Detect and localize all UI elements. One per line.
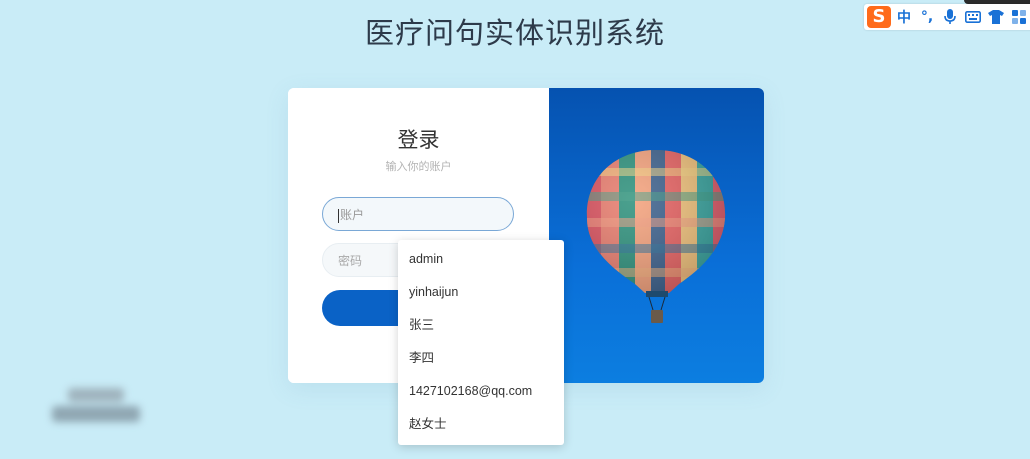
login-subtitle: 输入你的账户	[385, 160, 452, 173]
toolbox-icon[interactable]	[1009, 7, 1029, 27]
microphone-icon[interactable]	[940, 7, 960, 27]
skin-icon[interactable]	[986, 7, 1006, 27]
account-autocomplete-dropdown: admin yinhaijun 张三 李四 1427102168@qq.com …	[398, 240, 564, 445]
autocomplete-option[interactable]: 张三	[398, 309, 564, 342]
autocomplete-option[interactable]: yinhaijun	[398, 276, 564, 309]
balloon-illustration	[586, 150, 726, 323]
punctuation-icon[interactable]: °,	[917, 7, 937, 27]
autocomplete-option[interactable]: 赵女士	[398, 408, 564, 441]
account-placeholder: 账户	[340, 208, 365, 222]
ime-toolbar[interactable]: S 中 °,	[864, 4, 1030, 30]
autocomplete-option[interactable]: 1427102168@qq.com	[398, 375, 564, 408]
text-caret	[338, 208, 339, 223]
chinese-mode-icon[interactable]: 中	[894, 7, 914, 27]
page: 医疗问句实体识别系统 S 中 °, 登录 输入你的账户 账户 密码 admin …	[0, 0, 1030, 459]
autocomplete-option[interactable]: 李四	[398, 342, 564, 375]
login-heading: 登录	[397, 128, 440, 152]
blurred-watermark	[52, 384, 140, 428]
hot-air-balloon-image	[549, 88, 764, 383]
keyboard-icon[interactable]	[963, 7, 983, 27]
autocomplete-option[interactable]: admin	[398, 243, 564, 276]
account-input[interactable]: 账户	[322, 197, 514, 231]
password-placeholder: 密码	[338, 254, 363, 268]
sogou-logo-icon[interactable]: S	[867, 6, 891, 28]
